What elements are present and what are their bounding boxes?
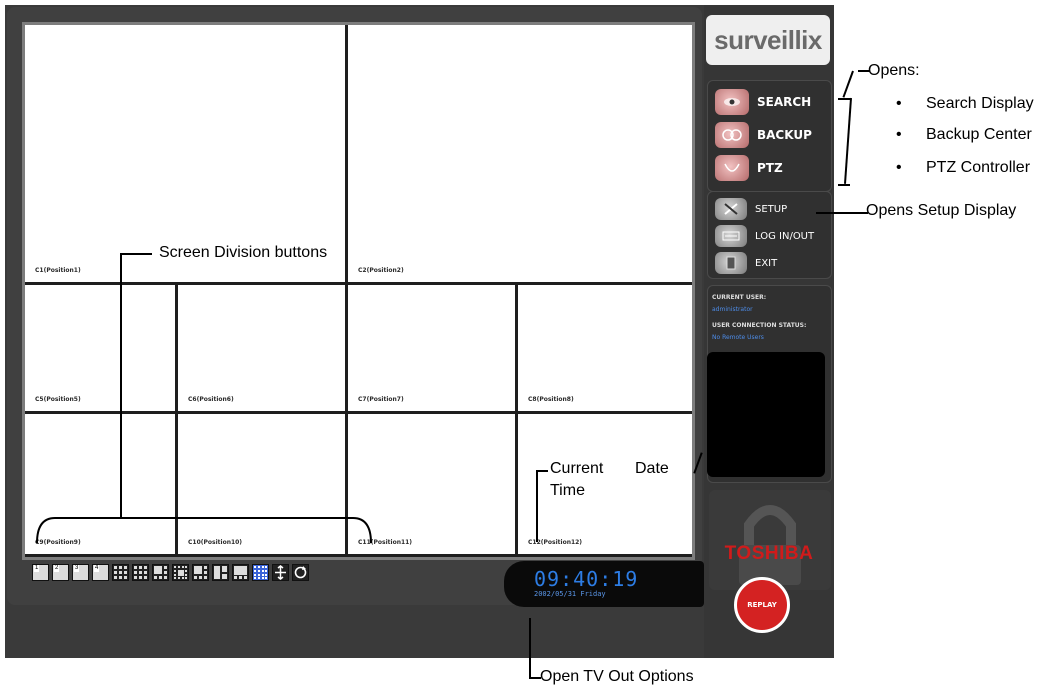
annotation-bullet-ptz: PTZ Controller [896, 159, 1030, 177]
annotation-line [838, 184, 850, 186]
system-menu-panel: SETUP LOG IN/OUT EXIT [707, 191, 832, 279]
split-9b-button[interactable] [132, 564, 149, 581]
main-window: C1(Position1) C2(Position2) C5(Position5… [5, 5, 704, 658]
split-number: 3 [74, 565, 80, 572]
annotation-bracket [36, 517, 372, 544]
split-number: 1 [34, 565, 40, 572]
annotation-line [529, 618, 531, 678]
toshiba-logo: TOSHIBA [724, 543, 814, 564]
door-icon [715, 252, 747, 274]
tv-out-area[interactable] [5, 608, 704, 658]
annotation-line [120, 253, 122, 518]
clock-date: 2002/05/31 Friday [534, 590, 606, 598]
split-9-button[interactable] [112, 564, 129, 581]
split-number: 2 [54, 565, 60, 572]
grid-wide-icon [234, 566, 247, 579]
grid-10-icon [154, 566, 167, 579]
camera-view-2[interactable]: C2(Position2) [348, 25, 692, 282]
clock-time: 09:40:19 [534, 567, 639, 591]
grid-3x3-icon [114, 566, 127, 579]
search-label: SEARCH [757, 95, 812, 109]
annotation-tv-out: Open TV Out Options [540, 668, 694, 685]
eye-icon [715, 89, 749, 115]
replay-label: REPLAY [747, 601, 777, 609]
screen-division-toolbar: 1 2 3 4 [32, 564, 309, 588]
annotation-bullet-backup: Backup Center [896, 126, 1032, 144]
connection-status-value: No Remote Users [712, 334, 764, 341]
grid-split-icon [214, 566, 227, 579]
move-arrows-icon [275, 565, 286, 580]
camera-view-7[interactable]: C7(Position7) [348, 285, 515, 411]
camera-label: C2(Position2) [358, 267, 404, 274]
annotation-line [816, 212, 868, 214]
split-8-button[interactable] [232, 564, 249, 581]
annotation-line [844, 97, 852, 184]
surveillix-logo: surveillix [706, 15, 830, 65]
ptz-button[interactable]: PTZ [715, 155, 783, 181]
camera-label: C5(Position5) [35, 396, 81, 403]
backup-label: BACKUP [757, 128, 812, 142]
camera-view-6[interactable]: C6(Position6) [178, 285, 345, 411]
camera-view-12[interactable]: C12(Position12) [518, 414, 692, 554]
setup-label: SETUP [755, 203, 788, 215]
annotation-setup: Opens Setup Display [866, 202, 1017, 219]
split-3-button[interactable]: 3 [72, 564, 89, 581]
sequence-cycle-icon [294, 566, 307, 579]
split-10b-button[interactable] [252, 564, 269, 581]
camera-view-5[interactable]: C5(Position5) [25, 285, 175, 411]
current-user-value: administrator [712, 306, 753, 313]
split-number: 4 [94, 565, 100, 572]
grid-4x4-icon [174, 566, 187, 579]
tape-reel-icon [715, 122, 749, 148]
split-10-button[interactable] [152, 564, 169, 581]
clock-display: 09:40:19 2002/05/31 Friday [504, 561, 704, 607]
backup-button[interactable]: BACKUP [715, 122, 812, 148]
camera-dome-icon [715, 155, 749, 181]
annotation-line [120, 253, 152, 255]
split-13-button[interactable] [172, 564, 189, 581]
split-16-button[interactable] [192, 564, 209, 581]
annotation-line [536, 470, 538, 542]
camera-grid: C1(Position1) C2(Position2) C5(Position5… [22, 22, 695, 560]
grid-3x3-icon [134, 566, 147, 579]
main-menu-panel: SEARCH BACKUP PTZ [707, 80, 832, 192]
exit-label: EXIT [755, 257, 778, 269]
setup-button[interactable]: SETUP [715, 196, 787, 222]
camera-label: C8(Position8) [528, 396, 574, 403]
annotation-opens: Opens: [868, 62, 920, 79]
annotation-date: Date [634, 460, 670, 478]
grid-4x4-active-icon [254, 566, 267, 579]
search-button[interactable]: SEARCH [715, 89, 811, 115]
annotation-screen-division: Screen Division buttons [159, 244, 328, 261]
exit-button[interactable]: EXIT [715, 250, 777, 276]
ptz-label: PTZ [757, 161, 783, 175]
annotation-current: Current [549, 460, 605, 478]
split-7-button[interactable] [212, 564, 229, 581]
grid-large-icon [194, 566, 207, 579]
login-button[interactable]: LOG IN/OUT [715, 223, 814, 249]
tools-icon [715, 198, 747, 220]
login-label: LOG IN/OUT [755, 230, 815, 242]
annotation-line [536, 470, 548, 472]
status-screen [707, 352, 825, 477]
padlock-graphic [709, 490, 831, 590]
split-2-button[interactable]: 2 [52, 564, 69, 581]
annotation-bullet-search: Search Display [896, 95, 1034, 113]
current-user-label: CURRENT USER: [712, 294, 767, 301]
camera-label: C1(Position1) [35, 267, 81, 274]
camera-label: C7(Position7) [358, 396, 404, 403]
split-4-button[interactable]: 4 [92, 564, 109, 581]
replay-button[interactable]: REPLAY [734, 577, 790, 633]
annotation-line [838, 98, 850, 100]
move-button[interactable] [272, 564, 289, 581]
split-1-button[interactable]: 1 [32, 564, 49, 581]
camera-label: C6(Position6) [188, 396, 234, 403]
keyboard-icon [715, 225, 747, 247]
sequence-button[interactable] [292, 564, 309, 581]
annotation-time: Time [549, 482, 586, 500]
annotation-line [842, 70, 854, 98]
connection-status-label: USER CONNECTION STATUS: [712, 322, 807, 329]
camera-view-8[interactable]: C8(Position8) [518, 285, 692, 411]
control-sidebar: surveillix SEARCH BACKUP PTZ SETUP LOG I… [704, 5, 834, 658]
